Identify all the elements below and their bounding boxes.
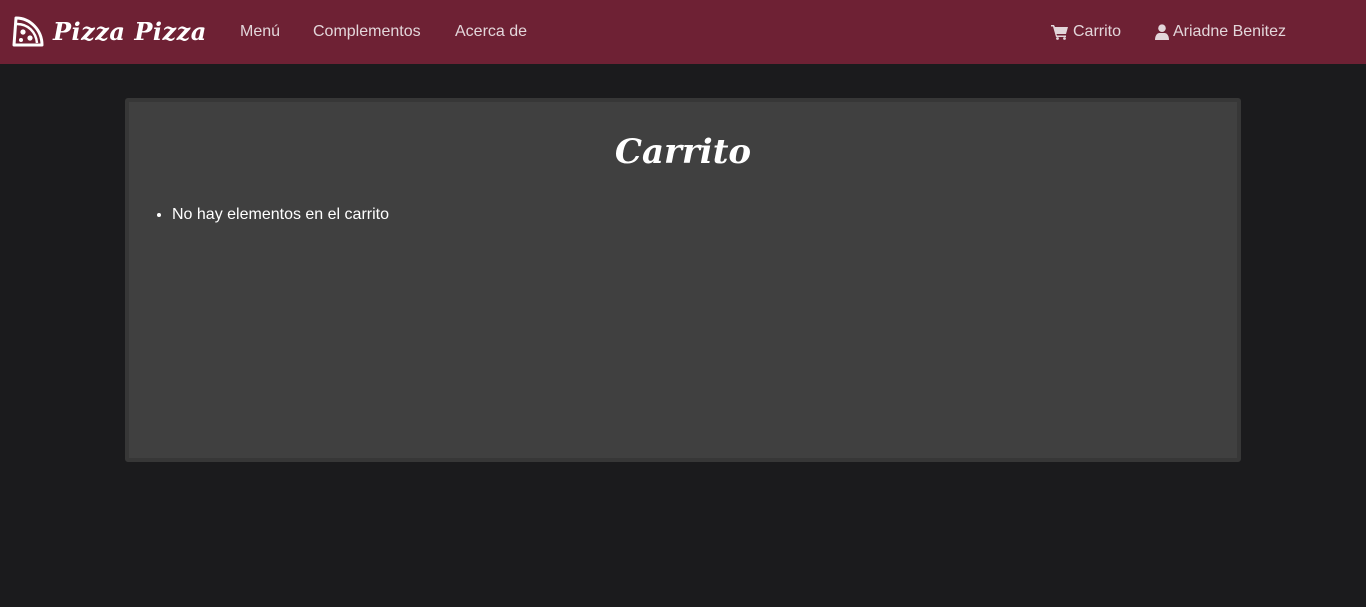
cart-title: Carrito bbox=[614, 132, 752, 172]
brand-name: Pizza Pizza bbox=[53, 16, 207, 46]
nav-link-acerca-de[interactable]: Acerca de bbox=[455, 22, 527, 42]
cart-label: Carrito bbox=[1073, 23, 1122, 40]
pizza-slice-icon bbox=[12, 16, 44, 47]
nav-link-menu[interactable]: Menú bbox=[240, 22, 280, 42]
user-icon bbox=[1155, 24, 1169, 40]
nav-link-complementos[interactable]: Complementos bbox=[313, 22, 421, 42]
shopping-cart-icon bbox=[1051, 25, 1068, 40]
cart-items-list: No hay elementos en el carrito bbox=[147, 205, 389, 225]
cart-link[interactable]: Carrito bbox=[1051, 22, 1121, 42]
user-link[interactable]: Ariadne Benitez bbox=[1155, 22, 1286, 42]
user-name: Ariadne Benitez bbox=[1173, 23, 1286, 40]
top-navbar: Pizza Pizza Menú Complementos Acerca de … bbox=[0, 0, 1366, 64]
brand-logo-link[interactable]: Pizza Pizza bbox=[12, 14, 207, 48]
cart-panel: Carrito No hay elementos en el carrito bbox=[125, 98, 1241, 462]
list-item: No hay elementos en el carrito bbox=[172, 205, 389, 225]
